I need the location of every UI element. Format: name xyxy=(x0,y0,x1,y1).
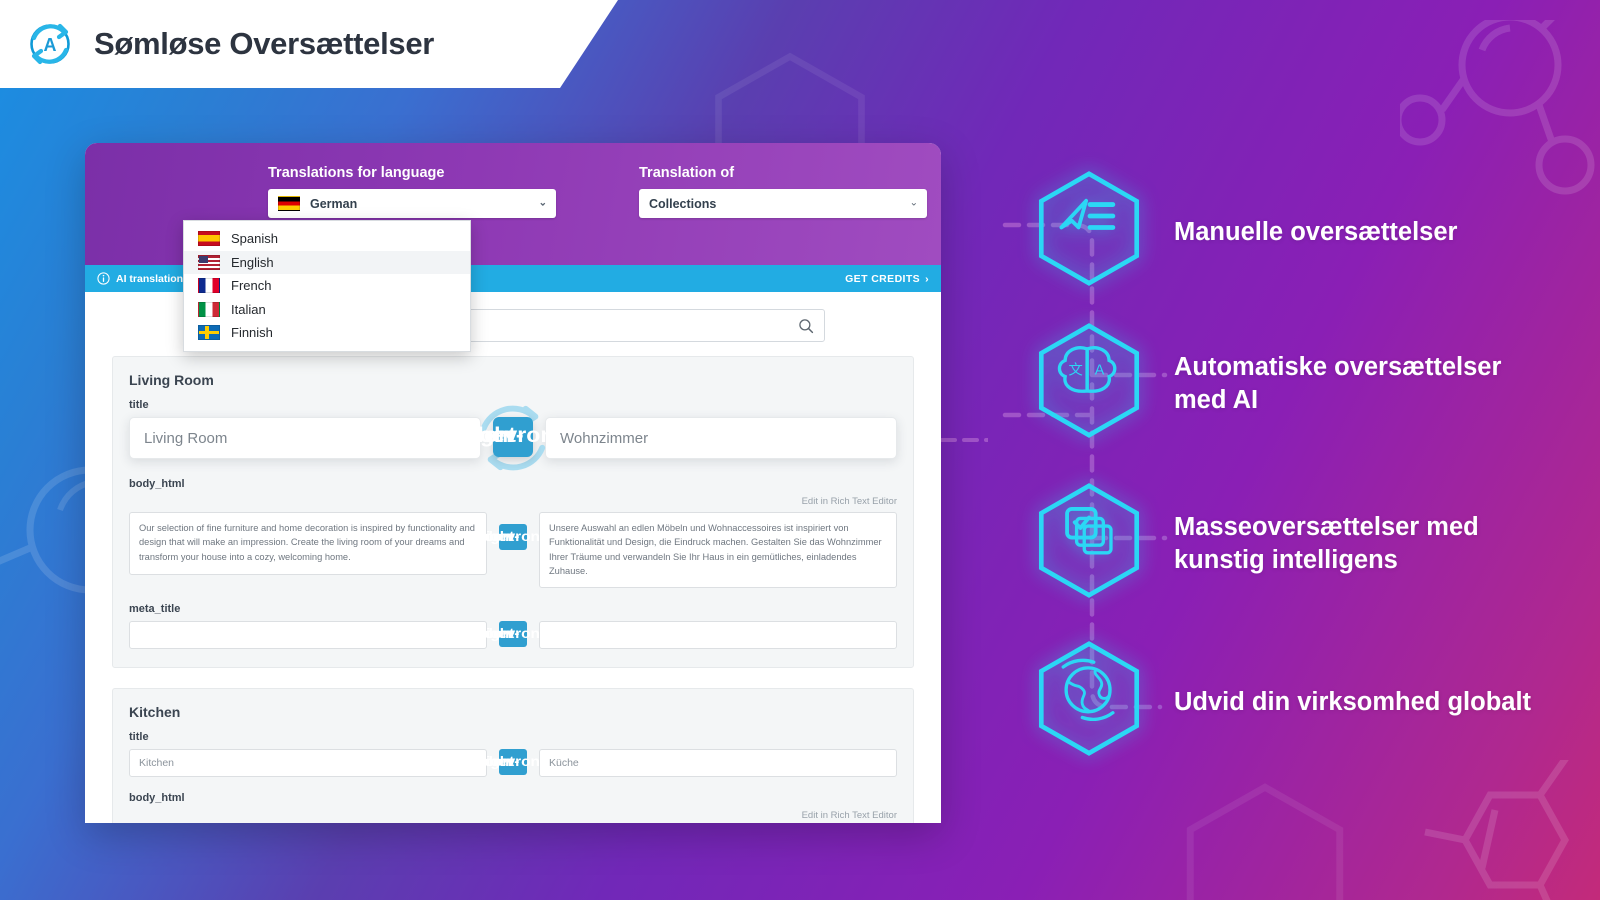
feature-hexagon xyxy=(1030,638,1148,766)
resource-field-group: Translation of Collections ⌄ xyxy=(639,165,927,218)
globe-icon xyxy=(1038,641,1140,756)
get-credits-button[interactable]: GET CREDITS › xyxy=(845,273,929,285)
translate-field-button[interactable]: chevron-right-icon xyxy=(464,417,562,457)
language-option-french[interactable]: French xyxy=(184,274,470,298)
field-row: Living Room chevron-right-icon Wohnzimmer xyxy=(129,405,897,471)
translate-field-button[interactable]: chevron-right-icon xyxy=(480,620,546,647)
resource-select[interactable]: Collections ⌄ xyxy=(639,189,927,218)
get-credits-label: GET CREDITS xyxy=(845,272,921,285)
chevron-down-icon: ⌄ xyxy=(909,196,918,208)
brain-translate-icon: 文 A xyxy=(1038,323,1140,438)
source-field[interactable]: Kitchen xyxy=(129,748,487,777)
page-header: A Sømløse Oversættelser xyxy=(0,0,618,88)
feature-item: Manuelle oversættelser xyxy=(1030,168,1457,296)
language-option-label: French xyxy=(231,278,272,294)
target-field[interactable]: Küche xyxy=(539,748,897,777)
language-option-finnish[interactable]: Finnish xyxy=(184,321,470,345)
card-title: Living Room xyxy=(129,372,214,388)
source-field[interactable]: Our selection of fine furniture and home… xyxy=(129,512,487,575)
target-field[interactable] xyxy=(539,620,897,649)
language-option-label: Finnish xyxy=(231,325,273,341)
translate-field-button[interactable]: chevron-right-icon xyxy=(480,748,546,775)
rich-text-editor-link xyxy=(129,496,487,507)
translate-field-button[interactable]: chevron-right-icon xyxy=(480,524,546,550)
target-field[interactable]: Unsere Auswahl an edlen Möbeln und Wohna… xyxy=(539,512,897,588)
hexagon-decoration-bottom xyxy=(1186,783,1344,900)
chevron-down-icon: ⌄ xyxy=(538,196,547,208)
resource-select-value: Collections xyxy=(649,196,717,211)
stacked-documents-check-icon xyxy=(1038,483,1140,598)
feature-hexagon xyxy=(1030,168,1148,296)
feature-hexagon xyxy=(1030,480,1148,608)
page-title: Sømløse Oversættelser xyxy=(94,26,435,61)
language-option-label: English xyxy=(231,254,274,270)
field-label: title xyxy=(129,399,149,411)
feature-item: 文 A Automatiske oversættelser med AI xyxy=(1030,320,1534,448)
language-option-english[interactable]: English xyxy=(184,250,470,274)
chevron-right-icon: › xyxy=(925,272,929,285)
flag-fi-icon xyxy=(198,325,220,341)
feature-label: Masseoversættelser med kunstig intellige… xyxy=(1174,513,1479,574)
language-option-spanish[interactable]: Spanish xyxy=(184,227,470,251)
language-select[interactable]: German ⌄ xyxy=(268,189,556,218)
language-field-group: Translations for language German ⌄ xyxy=(268,165,556,218)
rich-text-editor-link[interactable]: Edit in Rich Text Editor xyxy=(539,810,897,821)
language-option-italian[interactable]: Italian xyxy=(184,298,470,322)
field-row: chevron-right-icon xyxy=(129,620,897,649)
field-row: Our selection of fine furniture and home… xyxy=(129,496,897,588)
benzene-decoration-bottomright xyxy=(1424,760,1570,900)
field-row: <span data-mce-fragment="1">Our selectio… xyxy=(129,810,897,823)
resource-field-label: Translation of xyxy=(639,165,735,181)
field-label: title xyxy=(129,730,149,743)
feature-hexagon: 文 A xyxy=(1030,320,1148,448)
target-field[interactable]: Wohnzimmer xyxy=(545,417,897,459)
app-logo-icon: A xyxy=(30,23,70,65)
flag-it-icon xyxy=(198,301,220,317)
flag-es-icon xyxy=(198,231,220,247)
language-field-label: Translations for language xyxy=(268,165,445,181)
feature-item: Udvid din virksomhed globalt xyxy=(1030,638,1531,766)
feature-label: Manuelle oversættelser xyxy=(1174,217,1458,246)
language-option-label: Italian xyxy=(231,301,266,317)
source-field[interactable]: Living Room xyxy=(129,417,481,459)
source-field[interactable] xyxy=(129,620,487,649)
field-label: body_html xyxy=(129,791,185,804)
language-select-value: German xyxy=(310,196,358,211)
flag-fr-icon xyxy=(198,278,220,294)
feature-label: Automatiske oversættelser med AI xyxy=(1174,353,1502,414)
svg-text:A: A xyxy=(1095,363,1105,379)
search-icon xyxy=(798,318,813,333)
rich-text-editor-link[interactable]: Edit in Rich Text Editor xyxy=(539,496,897,507)
flag-de-icon xyxy=(278,196,300,211)
field-row: Kitchen chevron-right-icon Küche xyxy=(129,748,897,777)
field-label: body_html xyxy=(129,478,185,490)
card-title: Kitchen xyxy=(129,703,181,720)
language-option-label: Spanish xyxy=(231,231,278,247)
feature-item: Masseoversættelser med kunstig intellige… xyxy=(1030,480,1534,608)
translation-card: Kitchen title Kitchen chevron-right-icon Küc… xyxy=(112,687,914,823)
info-circle-icon xyxy=(97,272,110,285)
cursor-lines-icon xyxy=(1038,171,1140,286)
rich-text-editor-link xyxy=(129,810,487,821)
flag-us-icon xyxy=(198,254,220,270)
svg-text:文: 文 xyxy=(1069,362,1083,379)
feature-label: Udvid din virksomhed globalt xyxy=(1174,687,1532,716)
feature-list: Manuelle oversættelser 文 A Automatiske o… xyxy=(980,150,1580,756)
field-label: meta_title xyxy=(129,602,181,615)
translation-cards: Living Room title Living Room chevron-righ… xyxy=(85,356,941,823)
translation-card: Living Room title Living Room chevron-righ… xyxy=(112,356,914,668)
svg-text:A: A xyxy=(44,35,57,55)
language-dropdown-menu[interactable]: Spanish English French Italian Finnish xyxy=(183,220,471,352)
